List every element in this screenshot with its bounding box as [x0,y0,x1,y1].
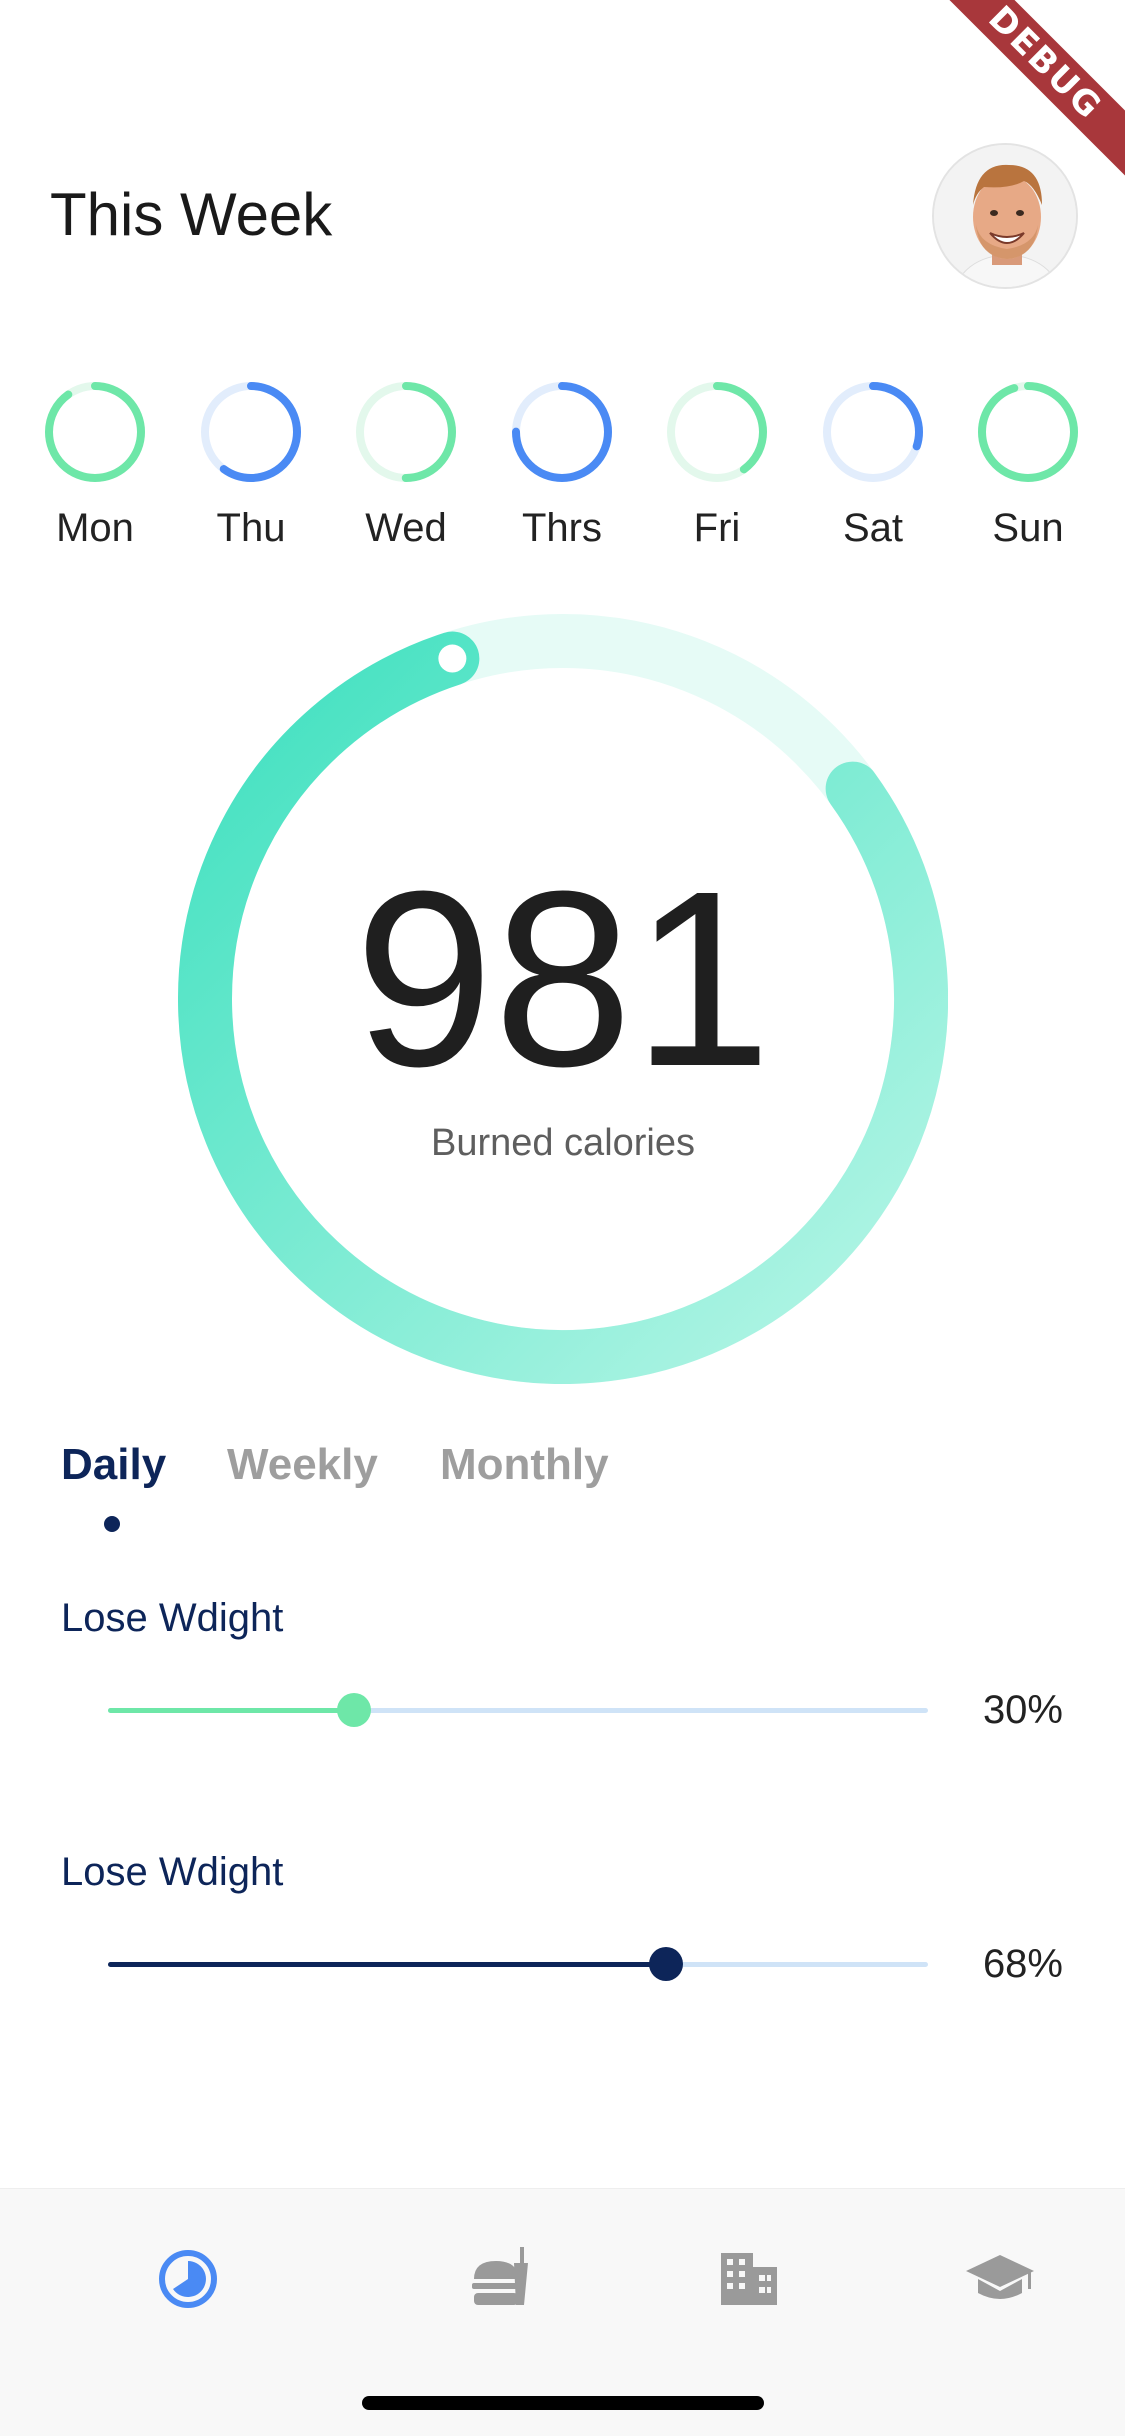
goal-value: 30% [982,1688,1063,1732]
day-progress-ring [978,382,1078,482]
day-label: Fri [693,506,741,550]
graduation-cap-icon [966,2255,1034,2299]
nav-item-food[interactable] [460,2239,540,2319]
nav-item-education[interactable] [960,2239,1040,2319]
screen: DEBUG This Week Mon Thu Wed Thrs Fri Sat Sun 9… [0,0,1125,2436]
home-indicator [362,2396,764,2410]
day-progress-ring [45,382,145,482]
calories-caption: Burned calories [430,1122,696,1164]
week-progress-row: Mon Thu Wed Thrs Fri Sat Sun [0,380,1125,560]
goal-label: Lose Wdight [61,1596,284,1640]
day-item-sat[interactable]: Sat [808,380,938,551]
day-item-sun[interactable]: Sun [963,380,1093,551]
calories-ring: 981 Burned calories [178,614,948,1384]
building-icon [721,2253,777,2305]
active-tab-indicator [104,1516,120,1532]
day-label: Mon [56,506,134,550]
day-item-thu[interactable]: Thu [186,380,316,551]
tab-daily[interactable]: Daily [61,1440,166,1490]
goal-row: Lose Wdight 30% [0,1596,1125,1746]
day-progress-ring [512,382,612,482]
day-label: Thu [216,506,286,550]
nav-item-buildings[interactable] [709,2239,789,2319]
calories-ring-knob [438,644,467,673]
avatar[interactable] [932,143,1078,289]
day-label: Sun [992,506,1064,550]
day-ring-progress [45,382,145,482]
day-item-fri[interactable]: Fri [652,380,782,551]
goal-slider-thumb[interactable] [648,1947,683,1981]
goal-slider-track[interactable] [108,1693,928,1727]
tab-monthly[interactable]: Monthly [440,1440,609,1490]
day-progress-ring [201,382,301,482]
goal-slider-fill [108,1708,354,1713]
day-item-wed[interactable]: Wed [341,380,471,551]
day-label: Wed [365,506,447,550]
goal-slider-fill [108,1962,666,1967]
day-progress-ring [667,382,767,482]
day-progress-ring [356,382,456,482]
page-title: This Week [50,181,333,248]
day-label: Sat [842,506,904,550]
goal-slider-thumb[interactable] [337,1693,371,1727]
day-progress-ring [823,382,923,482]
day-ring-progress [978,382,1078,482]
pie-chart-icon [159,2250,217,2308]
fastfood-icon [472,2247,528,2305]
avatar-face-icon [934,145,1076,287]
day-item-mon[interactable]: Mon [30,380,160,551]
day-item-thrs[interactable]: Thrs [497,380,627,551]
day-label: Thrs [522,506,602,550]
goal-label: Lose Wdight [61,1850,284,1894]
tab-weekly[interactable]: Weekly [227,1440,378,1490]
goal-slider-track[interactable] [108,1947,928,1981]
nav-item-stats[interactable] [148,2239,228,2319]
calories-value: 981 [354,839,772,1118]
goal-row: Lose Wdight 68% [0,1850,1125,2000]
goal-value: 68% [982,1942,1063,1986]
